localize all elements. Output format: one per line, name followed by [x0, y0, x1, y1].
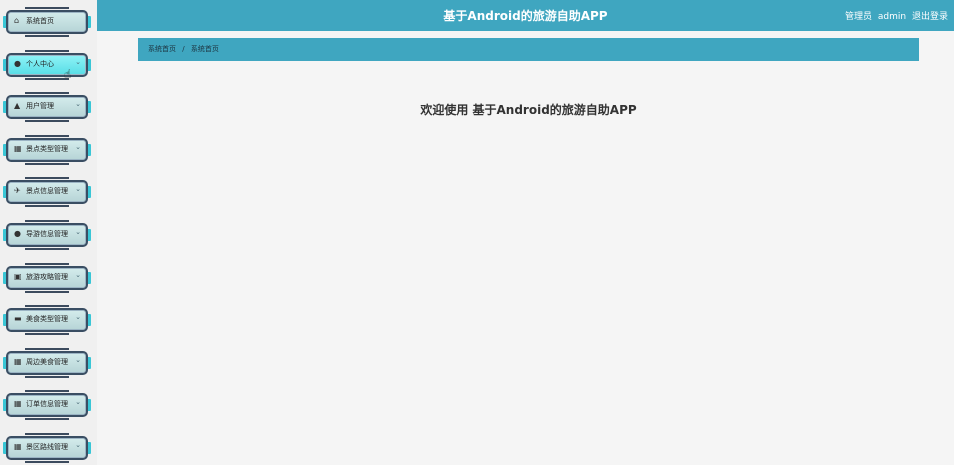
chevron-down-icon: ⌄ [75, 270, 81, 279]
chevron-down-icon: ⌄ [75, 185, 81, 194]
breadcrumb-current: 系统首页 [190, 45, 219, 53]
menu-frame-line [25, 347, 69, 350]
menu-frame-line [25, 333, 69, 336]
grid-icon: ▦ [14, 143, 22, 153]
chevron-down-icon: ⌄ [75, 355, 81, 364]
menu-frame-line [25, 433, 69, 435]
menu-frame-line [25, 290, 69, 293]
sidebar-item[interactable]: ▦ 周边美食管理 ⌄ [3, 347, 91, 378]
sidebar-item-label: 景点信息管理 [26, 187, 68, 196]
sidebar-item-label: 系统首页 [26, 17, 54, 25]
chevron-down-icon: ⌄ [75, 228, 81, 236]
menu-frame-line [25, 35, 69, 37]
menu-frame-line [25, 177, 69, 180]
menu-frame-line [25, 220, 69, 222]
app-title: 基于Android的旅游自助APP [443, 9, 608, 23]
sidebar-item[interactable]: ▦ 订单信息管理 ⌄ [3, 390, 91, 421]
breadcrumb-home[interactable]: 系统首页 [148, 45, 176, 53]
sidebar-item[interactable]: ● 个人中心 ⌄ [3, 49, 91, 80]
menu-frame-line [25, 418, 69, 421]
chevron-down-icon: ⌄ [75, 398, 81, 407]
menu-frame-line [25, 77, 69, 80]
sidebar-item-label: 景区路线管理 [26, 443, 68, 451]
sidebar-item[interactable]: ▣ 旅游攻略管理 ⌄ [3, 262, 91, 293]
grid-icon: ▦ [14, 442, 22, 451]
menu-frame-line [25, 162, 69, 165]
sidebar-item[interactable]: ▦ 景点类型管理 ⌄ [3, 134, 91, 165]
menu-frame-line [25, 205, 69, 208]
sidebar-item[interactable]: ▬ 美食类型管理 ⌄ [3, 305, 91, 336]
sidebar-item-label: 用户管理 [26, 102, 54, 111]
chevron-down-icon: ⌄ [75, 441, 81, 449]
menu-frame-line [25, 120, 69, 123]
welcome-message: 欢迎使用 基于Android的旅游自助APP [420, 103, 637, 117]
calendar-icon: ▣ [14, 271, 22, 281]
menu-frame-line [25, 248, 69, 250]
chevron-down-icon: ⌄ [75, 313, 81, 322]
menu-frame-line [25, 134, 69, 137]
mouse-cursor-icon: ☝ [64, 67, 72, 81]
menu-frame-line [25, 390, 69, 393]
breadcrumb: 系统首页 / 系统首页 [138, 38, 919, 61]
username: admin [877, 12, 907, 22]
sidebar-item-label: 个人中心 [26, 59, 54, 68]
logout-link[interactable]: 退出登录 [912, 12, 948, 22]
menu-frame-line [25, 7, 69, 9]
grid-icon: ▦ [14, 399, 22, 409]
menu-frame-line [25, 49, 69, 52]
menu-frame-line [25, 262, 69, 265]
chat-icon: ▬ [14, 314, 22, 324]
plane-icon: ✈ [14, 186, 21, 196]
sidebar-item-label: 订单信息管理 [26, 400, 68, 409]
person-icon: ● [14, 58, 21, 68]
users-icon: ▲ [14, 101, 21, 111]
sidebar-item-label: 景点类型管理 [26, 144, 68, 153]
chevron-down-icon: ⌄ [75, 57, 81, 66]
chevron-down-icon: ⌄ [75, 100, 81, 109]
menu-frame-line [25, 461, 69, 463]
sidebar-item-label: 旅游攻略管理 [26, 272, 68, 281]
sidebar-item[interactable]: ✈ 景点信息管理 ⌄ [3, 177, 91, 208]
person-icon: ● [14, 229, 21, 238]
sidebar-item-label: 周边美食管理 [26, 357, 68, 366]
menu-frame-line [25, 305, 69, 308]
menu-frame-line [25, 92, 69, 95]
menu-frame-line [25, 375, 69, 378]
chevron-down-icon: ⌄ [75, 142, 81, 151]
home-icon: ⌂ [14, 16, 20, 25]
grid-icon: ▦ [14, 356, 22, 366]
sidebar-item[interactable]: ● 导游信息管理 ⌄ [3, 220, 91, 250]
sidebar-item[interactable]: ⌂ 系统首页 [3, 7, 91, 37]
sidebar: ⌂ 系统首页 ● 个人中心 ⌄ ▲ 用户管理 ⌄ ▦ 景点类型管理 ⌄ ✈ 景点信息管理 ⌄ ● 导游信息管理… [0, 0, 97, 465]
user-role: 管理员 [845, 12, 873, 22]
sidebar-item[interactable]: ▲ 用户管理 ⌄ [3, 92, 91, 123]
user-info: 管理员 admin 退出登录 [842, 9, 948, 22]
sidebar-item-label: 美食类型管理 [26, 315, 68, 324]
sidebar-item[interactable]: ▦ 景区路线管理 ⌄ [3, 433, 91, 463]
sidebar-item-label: 导游信息管理 [26, 230, 68, 238]
header-bar: 基于Android的旅游自助APP 管理员 admin 退出登录 [97, 0, 954, 31]
breadcrumb-separator: / [182, 45, 185, 53]
